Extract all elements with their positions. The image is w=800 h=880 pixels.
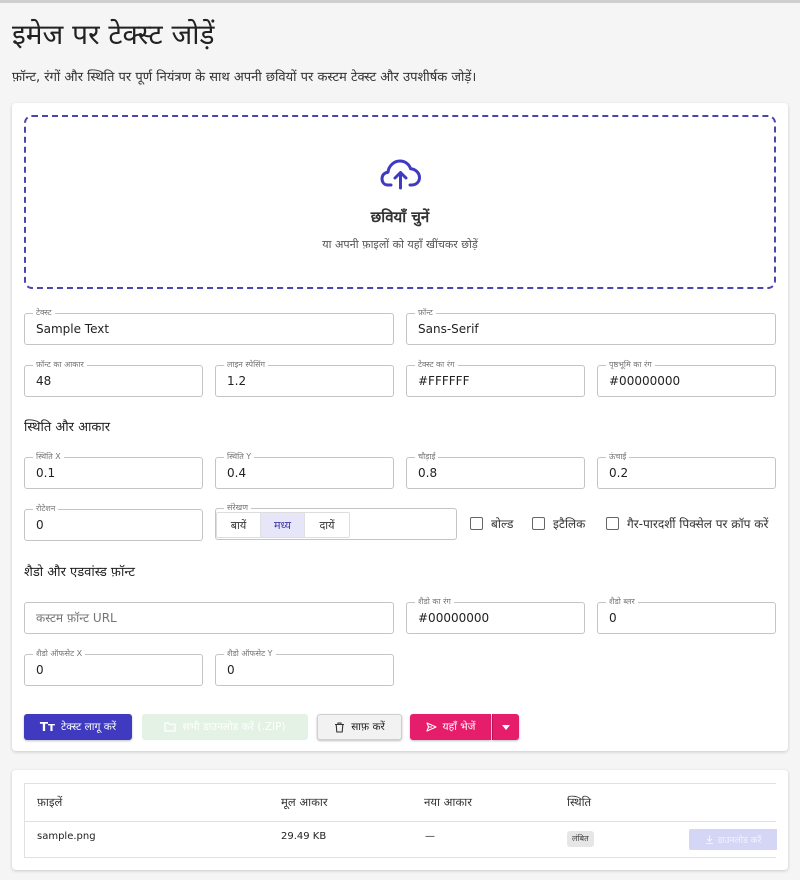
shadow-color-input[interactable] bbox=[407, 603, 584, 633]
shadow-offset-y-input[interactable] bbox=[216, 655, 393, 685]
height-field-wrap: ऊंचाई bbox=[597, 451, 776, 489]
font-size-input[interactable] bbox=[25, 366, 202, 396]
shadow-advanced-heading: शैडो और एडवांस्ड फ़ॉन्ट bbox=[24, 565, 135, 580]
alignment-group: संरेखण बायें मध्य दायें bbox=[215, 502, 457, 540]
col-header-status: स्थिति bbox=[567, 795, 592, 809]
font-size-field-wrap: फ़ॉन्ट का आकार bbox=[24, 359, 203, 397]
apply-text-button[interactable]: Tт टेक्स्ट लागू करें bbox=[24, 714, 132, 740]
shadow-blur-input[interactable] bbox=[598, 603, 775, 633]
download-zip-button-label: सभी डाउनलोड करें (.ZIP) bbox=[182, 721, 286, 733]
shadow-offset-x-input[interactable] bbox=[25, 655, 202, 685]
col-header-new-size: नया आकार bbox=[424, 795, 472, 809]
bg-color-input[interactable] bbox=[598, 366, 775, 396]
line-spacing-field-wrap: लाइन स्पेसिंग bbox=[215, 359, 394, 397]
bg-color-field-wrap: पृष्ठभूमि का रंग bbox=[597, 359, 776, 397]
col-header-original-size: मूल आकार bbox=[281, 795, 328, 809]
shadow-offset-y-field-wrap: शैडो ऑफसेट Y bbox=[215, 648, 394, 686]
clear-button-label: साफ़ करें bbox=[351, 721, 385, 733]
caret-down-icon bbox=[502, 724, 510, 730]
send-here-button-label: यहाँ भेजें bbox=[442, 721, 476, 733]
trash-icon bbox=[334, 721, 345, 733]
files-table: फ़ाइलें मूल आकार नया आकार स्थिति sample.… bbox=[24, 783, 777, 858]
alignment-toggle: बायें मध्य दायें bbox=[216, 512, 350, 538]
text-field-wrap: टेक्स्ट bbox=[24, 307, 394, 345]
shadow-offset-x-field-wrap: शैडो ऑफसेट X bbox=[24, 648, 203, 686]
align-right-button[interactable]: दायें bbox=[305, 513, 349, 537]
height-input[interactable] bbox=[598, 458, 775, 488]
crop-checkbox-label: गैर-पारदर्शी पिक्सेल पर क्रॉप करें bbox=[627, 517, 769, 531]
italic-checkbox-box[interactable] bbox=[532, 517, 545, 530]
download-zip-button[interactable]: सभी डाउनलोड करें (.ZIP) bbox=[142, 714, 308, 740]
text-input[interactable] bbox=[25, 314, 393, 344]
send-here-button[interactable]: यहाँ भेजें bbox=[410, 714, 491, 740]
pos-y-field-wrap: स्थिति Y bbox=[215, 451, 394, 489]
original-size-cell: 29.49 KB bbox=[281, 831, 327, 842]
header-divider bbox=[25, 821, 776, 822]
align-center-button[interactable]: मध्य bbox=[261, 513, 305, 537]
col-header-files: फ़ाइलें bbox=[37, 795, 63, 809]
dropzone-title: छवियाँ चुनें bbox=[370, 208, 430, 226]
file-name-cell: sample.png bbox=[37, 831, 96, 842]
clear-button[interactable]: साफ़ करें bbox=[317, 714, 402, 740]
send-menu-toggle[interactable] bbox=[492, 714, 519, 740]
text-color-field-wrap: टेक्स्ट का रंग bbox=[406, 359, 585, 397]
italic-checkbox[interactable]: इटैलिक bbox=[532, 515, 585, 532]
shadow-blur-field-wrap: शैडो ब्लर bbox=[597, 596, 776, 634]
shadow-color-field-wrap: शैडो का रंग bbox=[406, 596, 585, 634]
status-badge: लंबित bbox=[567, 831, 594, 847]
apply-text-button-label: टेक्स्ट लागू करें bbox=[61, 721, 117, 733]
pos-x-input[interactable] bbox=[25, 458, 202, 488]
cloud-upload-icon bbox=[380, 157, 422, 191]
width-field-wrap: चौड़ाई bbox=[406, 451, 585, 489]
text-color-input[interactable] bbox=[407, 366, 584, 396]
page-title: इमेज पर टेक्स्ट जोड़ें bbox=[12, 18, 215, 51]
crop-transparent-checkbox[interactable]: गैर-पारदर्शी पिक्सेल पर क्रॉप करें bbox=[606, 515, 768, 532]
image-dropzone[interactable]: छवियाँ चुनें या अपनी फ़ाइलों को यहाँ खीं… bbox=[24, 115, 776, 289]
custom-font-url-wrap bbox=[24, 602, 394, 634]
pos-x-field-wrap: स्थिति X bbox=[24, 451, 203, 489]
rotation-input[interactable] bbox=[25, 510, 202, 540]
new-size-cell: — bbox=[425, 831, 435, 842]
text-format-icon: Tт bbox=[39, 720, 55, 734]
italic-checkbox-label: इटैलिक bbox=[553, 517, 586, 531]
bold-checkbox-box[interactable] bbox=[470, 517, 483, 530]
line-spacing-input[interactable] bbox=[216, 366, 393, 396]
row-download-button-label: डाउनलोड करें bbox=[717, 836, 762, 846]
position-size-heading: स्थिति और आकार bbox=[24, 420, 111, 435]
pos-y-input[interactable] bbox=[216, 458, 393, 488]
width-input[interactable] bbox=[407, 458, 584, 488]
bold-checkbox[interactable]: बोल्ड bbox=[470, 515, 513, 532]
page-subtitle: फ़ॉन्ट, रंगों और स्थिति पर पूर्ण नियंत्र… bbox=[12, 70, 477, 85]
rotation-field-wrap: रोटेशन bbox=[24, 503, 203, 541]
folder-icon bbox=[164, 722, 177, 732]
crop-checkbox-box[interactable] bbox=[606, 517, 619, 530]
custom-font-url-input[interactable] bbox=[25, 603, 393, 633]
font-field-wrap: फ़ॉन्ट bbox=[406, 307, 776, 345]
row-download-button[interactable]: डाउनलोड करें bbox=[689, 829, 777, 850]
settings-card: छवियाँ चुनें या अपनी फ़ाइलों को यहाँ खीं… bbox=[12, 103, 788, 751]
send-icon bbox=[425, 722, 437, 732]
font-input[interactable] bbox=[407, 314, 775, 344]
align-left-button[interactable]: बायें bbox=[217, 513, 261, 537]
files-card: फ़ाइलें मूल आकार नया आकार स्थिति sample.… bbox=[12, 770, 788, 870]
bold-checkbox-label: बोल्ड bbox=[491, 517, 514, 531]
dropzone-hint: या अपनी फ़ाइलों को यहाँ खींचकर छोड़ें bbox=[322, 238, 478, 251]
download-icon bbox=[705, 835, 714, 844]
